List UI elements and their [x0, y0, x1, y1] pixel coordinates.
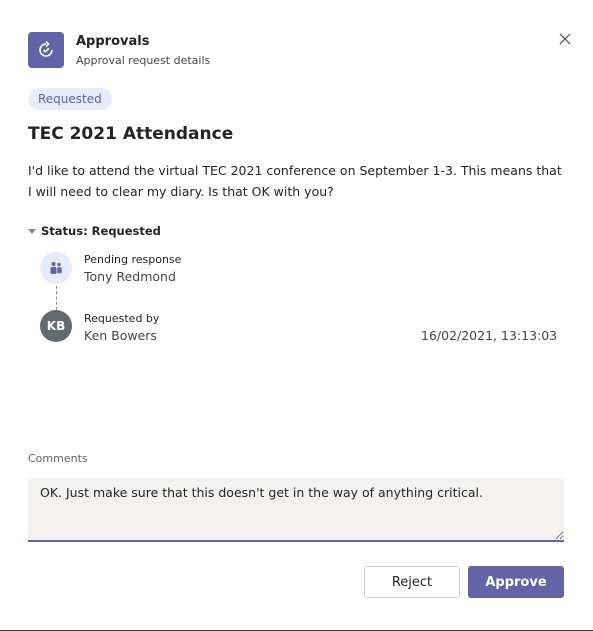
app-title: Approvals [76, 34, 150, 49]
close-icon [559, 33, 571, 45]
approvals-icon [28, 32, 64, 68]
comments-label: Comments [28, 452, 88, 465]
status-badge: Requested [28, 88, 112, 110]
request-title: TEC 2021 Attendance [28, 124, 234, 144]
caret-down-icon [28, 228, 36, 234]
teams-people-icon [50, 262, 62, 274]
avatar: KB [40, 310, 72, 342]
step-person-name: Ken Bowers [84, 328, 157, 343]
pending-approver-avatar [40, 252, 72, 284]
status-toggle-label: Status: Requested [41, 224, 161, 238]
step-label: Pending response [84, 253, 182, 266]
request-description: I'd like to attend the virtual TEC 2021 … [28, 163, 562, 199]
step-label: Requested by [84, 312, 160, 325]
reject-button[interactable]: Reject [364, 566, 460, 598]
request-timestamp: 16/02/2021, 13:13:03 [421, 328, 558, 343]
comments-input[interactable]: OK. Just make sure that this doesn't get… [28, 478, 564, 542]
status-toggle[interactable]: Status: Requested [28, 224, 161, 238]
close-button[interactable] [556, 30, 574, 48]
step-connector [56, 286, 57, 310]
approve-button[interactable]: Approve [468, 566, 564, 598]
approval-dialog: Approvals Approval request details Reque… [0, 0, 593, 631]
app-subtitle: Approval request details [76, 54, 211, 67]
step-person-name: Tony Redmond [84, 269, 176, 284]
